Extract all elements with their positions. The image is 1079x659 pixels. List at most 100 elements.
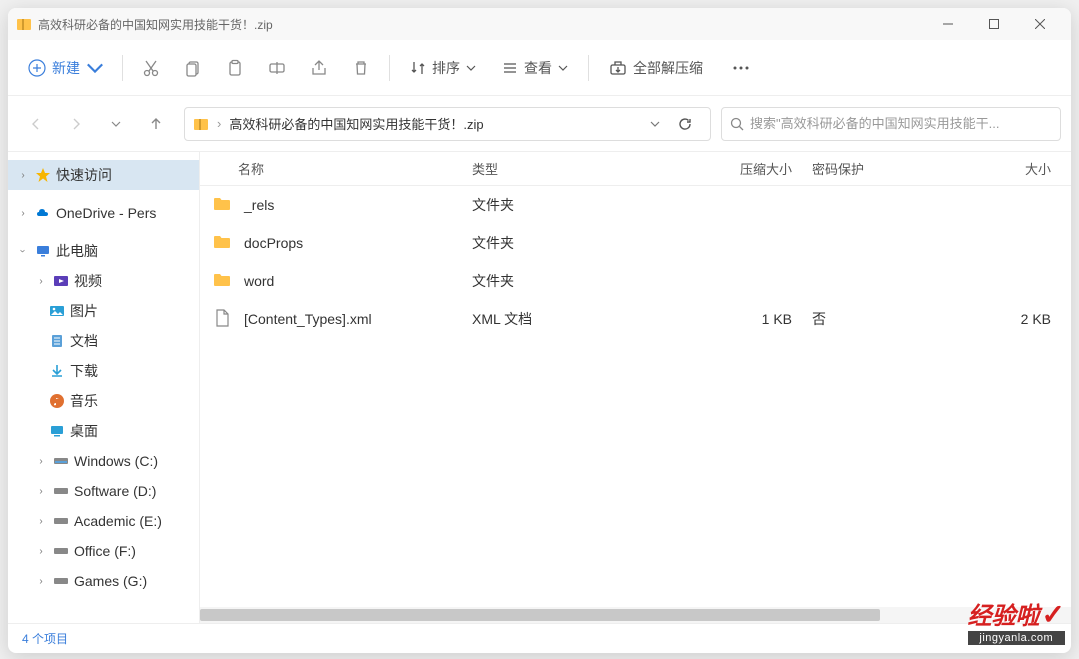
tree-label: 快速访问 [56,165,112,185]
file-list[interactable]: _rels文件夹docProps文件夹 word 文件夹 [Content_Types… [200,186,1071,607]
divider [389,55,390,81]
sidebar-quick-access[interactable]: › 快速访问 [8,160,199,190]
chevron-down-icon [466,63,476,73]
sidebar-drive-c[interactable]: › Windows (C:) [8,446,199,476]
watermark: 经验啦✓ jingyanla.com [968,596,1065,645]
extract-label: 全部解压缩 [633,58,703,78]
divider [122,55,123,81]
sort-button[interactable]: 排序 [398,52,488,84]
view-button[interactable]: 查看 [490,52,580,84]
tree-label: 文档 [70,331,98,351]
chevron-right-icon[interactable]: › [34,544,48,558]
desktop-icon [48,422,66,440]
sidebar-pictures[interactable]: 图片 [8,296,199,326]
tree-label: OneDrive - Pers [56,205,156,221]
tree-label: 桌面 [70,421,98,441]
sort-label: 排序 [432,58,460,78]
drive-icon [52,482,70,500]
sidebar-this-pc[interactable]: › 此电脑 [8,236,199,266]
paste-button[interactable] [215,50,255,86]
sidebar-drive-e[interactable]: › Academic (E:) [8,506,199,536]
tree-label: 此电脑 [56,241,98,261]
col-type[interactable]: 类型 [472,159,662,178]
address-bar[interactable]: › 高效科研必备的中国知网实用技能干货！.zip [184,107,711,141]
copy-button[interactable] [173,50,213,86]
col-name[interactable]: 名称 [212,159,472,178]
col-compressed[interactable]: 压缩大小 [662,159,812,178]
tree-label: 音乐 [70,391,98,411]
chevron-down-icon[interactable]: › [16,244,30,258]
tree-label: 下载 [70,361,98,381]
maximize-button[interactable] [971,8,1017,40]
view-label: 查看 [524,58,552,78]
minimize-button[interactable] [925,8,971,40]
col-password[interactable]: 密码保护 [812,159,907,178]
download-icon [48,362,66,380]
file-type: 文件夹 [472,271,662,291]
picture-icon [48,302,66,320]
file-row[interactable]: word 文件夹 [200,262,1071,300]
sidebar-music[interactable]: 音乐 [8,386,199,416]
share-button[interactable] [299,50,339,86]
more-button[interactable] [721,50,761,86]
divider [588,55,589,81]
file-type: 文件夹 [472,195,662,215]
window-title: 高效科研必备的中国知网实用技能干货！.zip [38,16,925,33]
recent-button[interactable] [98,106,134,142]
sidebar-drive-g[interactable]: › Games (G:) [8,566,199,596]
breadcrumb-path[interactable]: 高效科研必备的中国知网实用技能干货！.zip [229,114,483,133]
file-compressed: 1 KB [662,311,812,327]
sidebar-onedrive[interactable]: › OneDrive - Pers [8,198,199,228]
chevron-right-icon[interactable]: › [34,514,48,528]
sidebar-downloads[interactable]: 下载 [8,356,199,386]
chevron-right-icon[interactable]: › [16,168,30,182]
rename-button[interactable] [257,50,297,86]
sidebar-documents[interactable]: 文档 [8,326,199,356]
col-size[interactable]: 大小 [907,159,1071,178]
sidebar-videos[interactable]: › 视频 [8,266,199,296]
tree-label: Office (F:) [74,543,136,559]
forward-button[interactable] [58,106,94,142]
chevron-right-icon[interactable]: › [34,574,48,588]
chevron-down-icon[interactable] [650,119,660,129]
chevron-right-icon[interactable]: › [34,274,48,288]
file-row[interactable]: docProps文件夹 [200,224,1071,262]
file-view: 名称 类型 压缩大小 密码保护 大小 _rels文件夹docProps文件夹wo… [200,152,1071,623]
file-row[interactable]: [Content_Types].xmlXML 文档1 KB否2 KB [200,300,1071,338]
chevron-right-icon[interactable]: › [34,454,48,468]
music-icon [48,392,66,410]
cut-button[interactable] [131,50,171,86]
folder-icon [212,232,234,254]
sidebar-drive-f[interactable]: › Office (F:) [8,536,199,566]
refresh-button[interactable] [668,107,702,141]
delete-button[interactable] [341,50,381,86]
scrollbar-thumb[interactable] [200,609,880,621]
file-type: 文件夹 [472,233,662,253]
up-button[interactable] [138,106,174,142]
chevron-down-icon [558,63,568,73]
sidebar-drive-d[interactable]: › Software (D:) [8,476,199,506]
sidebar-desktop[interactable]: 桌面 [8,416,199,446]
document-icon [48,332,66,350]
search-input[interactable] [750,116,1052,131]
content-area: › 快速访问 › OneDrive - Pers › 此电脑 › 视频 [8,152,1071,623]
titlebar: 高效科研必备的中国知网实用技能干货！.zip [8,8,1071,40]
pc-icon [34,242,52,260]
folder-icon [212,194,234,216]
file-row[interactable]: _rels文件夹 [200,186,1071,224]
chevron-right-icon[interactable]: › [34,484,48,498]
cloud-icon [34,204,52,222]
navbar: › 高效科研必备的中国知网实用技能干货！.zip [8,96,1071,152]
file-name: word [244,273,274,289]
file-size: 2 KB [907,311,1071,327]
drive-icon [52,572,70,590]
tree-label: Windows (C:) [74,453,158,469]
extract-all-button[interactable]: 全部解压缩 [597,52,715,84]
close-button[interactable] [1017,8,1063,40]
drive-icon [52,452,70,470]
new-button[interactable]: 新建 [18,52,114,84]
horizontal-scrollbar[interactable] [200,607,1071,623]
back-button[interactable] [18,106,54,142]
search-box[interactable] [721,107,1061,141]
chevron-right-icon[interactable]: › [16,206,30,220]
